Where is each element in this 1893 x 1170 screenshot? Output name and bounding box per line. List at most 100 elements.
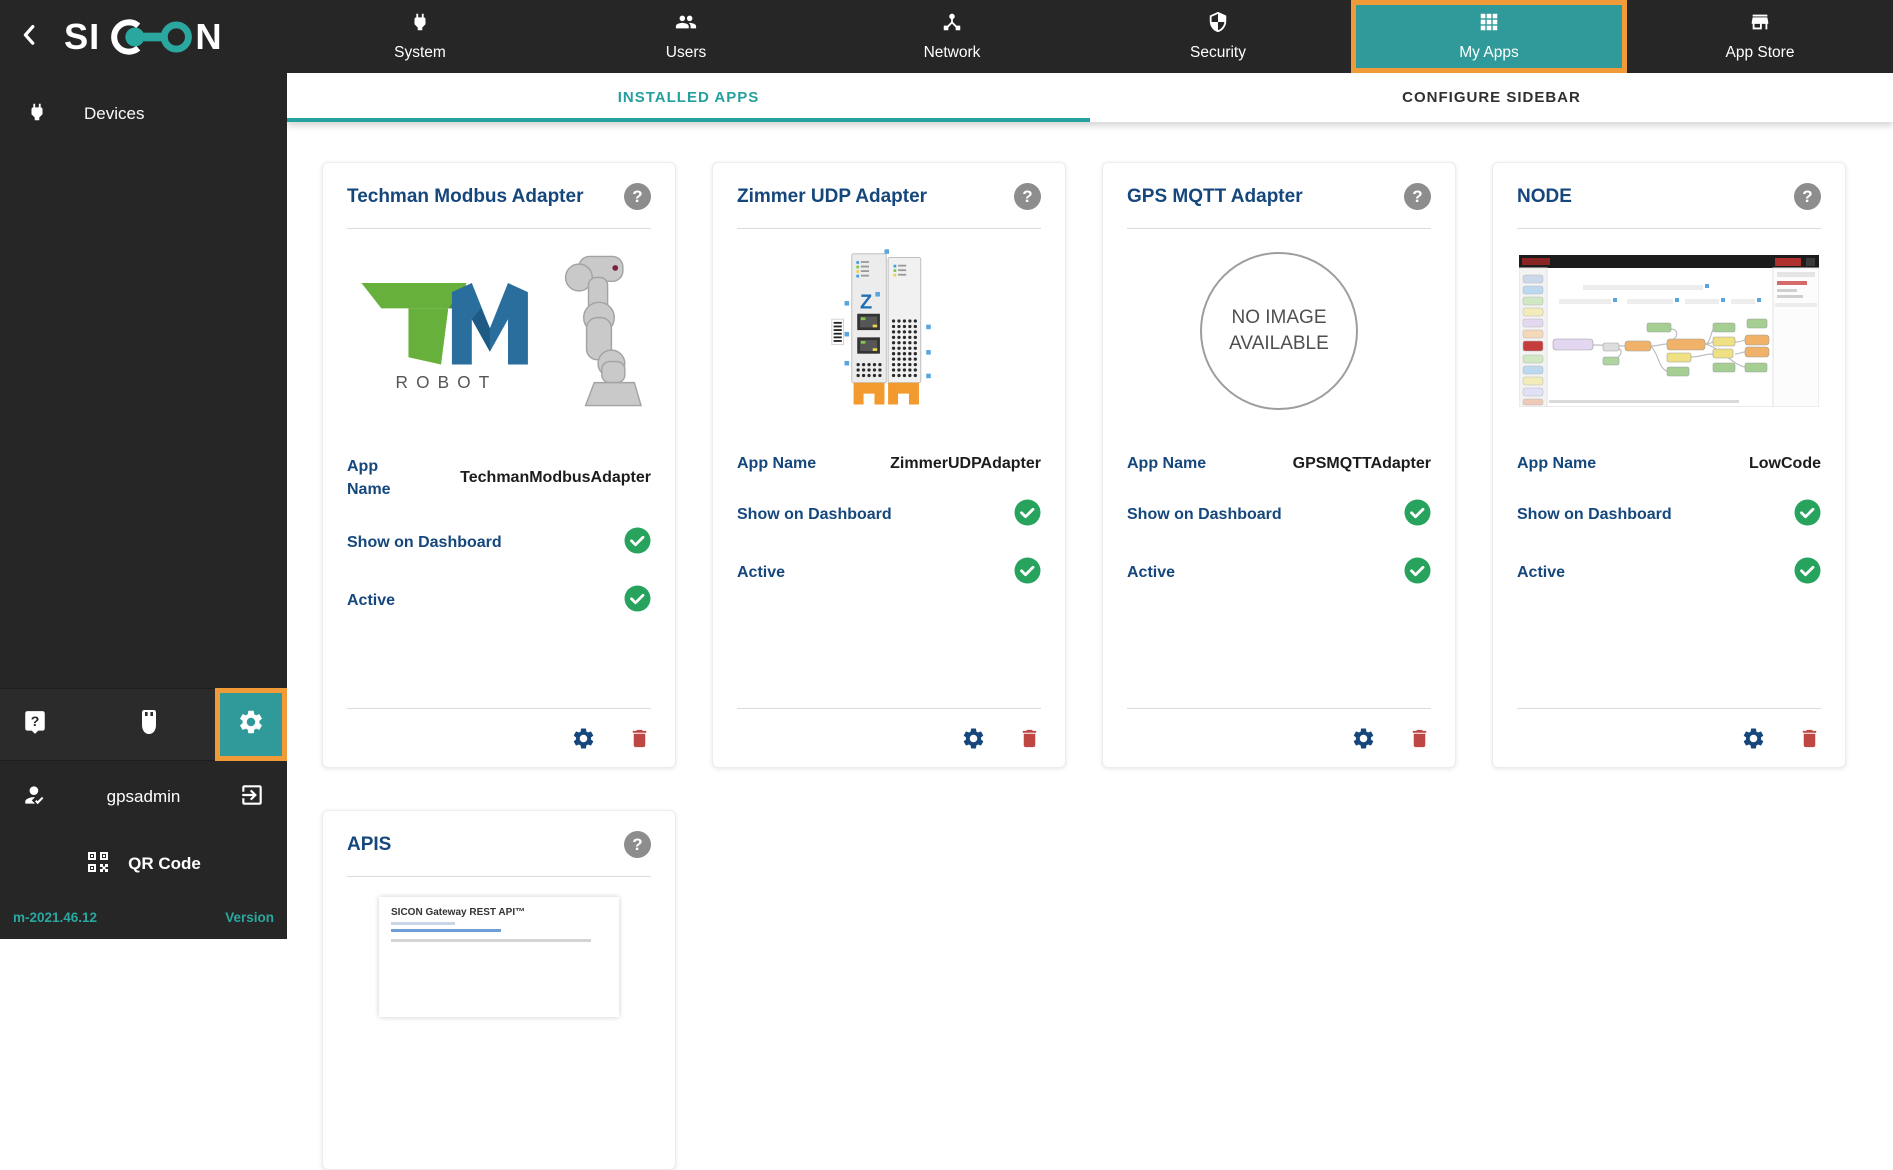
nav-item-app-store[interactable]: App Store	[1627, 0, 1893, 73]
app-settings-button[interactable]	[961, 726, 986, 751]
app-name-value: TechmanModbusAdapter	[460, 469, 651, 487]
svg-text:ROBOT: ROBOT	[396, 372, 498, 392]
nav-item-users[interactable]: Users	[553, 0, 819, 73]
robot-arm-image	[564, 255, 642, 407]
doc-line	[391, 922, 455, 925]
nav-label: System	[394, 44, 446, 61]
sidebar-item-label: Devices	[84, 104, 145, 123]
qr-code-button[interactable]: QR Code	[0, 833, 287, 895]
card-title: APIS	[347, 833, 392, 855]
app-cards-row: Techman Modbus Adapter ? ROBOT App Name …	[287, 122, 1893, 768]
app-name-value: ZimmerUDPAdapter	[890, 455, 1041, 472]
app-card-zimmer: Zimmer UDP Adapter ? Z App Name ZimmerUD…	[712, 162, 1066, 768]
version-value: m-2021.46.12	[13, 909, 98, 925]
shield-icon	[1207, 11, 1229, 38]
gear-icon	[237, 708, 265, 741]
nav-item-system[interactable]: System	[287, 0, 553, 73]
help-icon[interactable]: ?	[624, 183, 651, 210]
app-card-techman: Techman Modbus Adapter ? ROBOT App Name …	[322, 162, 676, 768]
version-row: m-2021.46.12 Version	[0, 895, 287, 939]
app-name-value: LowCode	[1749, 455, 1821, 472]
app-cards-row-2: APIS ? SICON Gateway REST API™	[287, 768, 1893, 1170]
app-name-label: App Name	[737, 455, 817, 472]
zimmer-device-image: Z	[737, 229, 1041, 433]
show-on-dashboard-label: Show on Dashboard	[1517, 506, 1672, 523]
apps-tabbar: INSTALLED APPS CONFIGURE SIDEBAR	[287, 73, 1893, 122]
help-icon[interactable]: ?	[1794, 183, 1821, 210]
svg-text:SI: SI	[64, 16, 100, 57]
app-name-value: GPSMQTTAdapter	[1292, 455, 1431, 472]
check-circle-icon	[1014, 499, 1041, 531]
nav-item-network[interactable]: Network	[819, 0, 1085, 73]
svg-text:?: ?	[31, 713, 40, 729]
check-circle-icon	[1794, 557, 1821, 589]
qr-code-label: QR Code	[128, 854, 201, 873]
no-image-text: NO IMAGE AVAILABLE	[1229, 307, 1329, 354]
nav-item-security[interactable]: Security	[1085, 0, 1351, 73]
app-settings-button[interactable]	[1741, 726, 1766, 751]
nav-label: App Store	[1725, 44, 1795, 61]
help-icon[interactable]: ?	[1404, 183, 1431, 210]
card-title: Techman Modbus Adapter	[347, 185, 584, 207]
apps-grid-icon	[1478, 11, 1500, 38]
installed-apps-panel: Techman Modbus Adapter ? ROBOT App Name …	[287, 122, 1893, 1170]
network-hub-icon	[941, 11, 963, 38]
app-settings-button[interactable]	[571, 726, 596, 751]
check-circle-icon	[1794, 499, 1821, 531]
tab-label: INSTALLED APPS	[617, 89, 760, 106]
apis-doc-title: SICON Gateway REST API™	[391, 907, 526, 918]
usb-plug-icon	[138, 709, 160, 740]
app-card-gps-mqtt: GPS MQTT Adapter ? NO IMAGE AVAILABLE Ap…	[1102, 162, 1456, 768]
back-button[interactable]	[12, 19, 48, 55]
check-circle-icon	[1404, 499, 1431, 531]
chevron-left-icon	[19, 21, 41, 52]
sidebar-quick-icons: ?	[0, 688, 287, 761]
storefront-icon	[1748, 11, 1772, 38]
help-bubble-icon: ?	[22, 709, 48, 740]
apis-doc-image: SICON Gateway REST API™	[347, 877, 651, 1017]
show-on-dashboard-label: Show on Dashboard	[1127, 506, 1282, 523]
nav-label: Security	[1190, 44, 1246, 61]
power-plug-icon	[26, 101, 48, 128]
sidebar-item-devices[interactable]: Devices	[0, 87, 287, 141]
card-title: Zimmer UDP Adapter	[737, 185, 928, 207]
logout-button[interactable]	[239, 782, 265, 813]
card-title: NODE	[1517, 185, 1572, 207]
user-row: gpsadmin	[0, 761, 287, 833]
app-name-label: App Name	[1517, 455, 1597, 472]
active-label: Active	[1517, 564, 1566, 581]
top-navigation: System Users Network Security My Apps Ap…	[287, 0, 1893, 73]
app-delete-button[interactable]	[1408, 727, 1431, 750]
check-circle-icon	[1404, 557, 1431, 589]
users-icon	[673, 11, 699, 38]
tab-configure-sidebar[interactable]: CONFIGURE SIDEBAR	[1090, 73, 1893, 122]
app-settings-button[interactable]	[1351, 726, 1376, 751]
sidebar: SI N Devices ? gpsadmin QR Code m-2021.4…	[0, 0, 287, 939]
settings-button-highlighted[interactable]	[215, 688, 287, 761]
version-label: Version	[225, 909, 274, 925]
doc-link-line	[391, 929, 501, 932]
card-title: GPS MQTT Adapter	[1127, 185, 1303, 207]
help-bubble-button[interactable]: ?	[20, 709, 50, 740]
nav-item-my-apps[interactable]: My Apps	[1351, 0, 1627, 73]
app-delete-button[interactable]	[1798, 727, 1821, 750]
help-icon[interactable]: ?	[1014, 183, 1041, 210]
tab-installed-apps[interactable]: INSTALLED APPS	[287, 73, 1090, 122]
active-label: Active	[1127, 564, 1176, 581]
power-plug-icon	[409, 11, 431, 38]
app-card-node: NODE ? App Name LowCode Show on Dashboar…	[1492, 162, 1846, 768]
usb-device-button[interactable]	[134, 709, 164, 740]
help-icon[interactable]: ?	[624, 831, 651, 858]
check-circle-icon	[624, 585, 651, 617]
doc-line	[391, 939, 591, 942]
logout-icon	[239, 782, 265, 813]
nav-label: My Apps	[1459, 44, 1519, 61]
check-circle-icon	[1014, 557, 1041, 589]
app-delete-button[interactable]	[628, 727, 651, 750]
svg-text:Z: Z	[860, 291, 872, 313]
username-label: gpsadmin	[106, 787, 181, 806]
nav-label: Users	[665, 44, 707, 61]
app-delete-button[interactable]	[1018, 727, 1041, 750]
app-name-label: App Name	[347, 458, 391, 499]
nav-label: Network	[923, 44, 981, 61]
